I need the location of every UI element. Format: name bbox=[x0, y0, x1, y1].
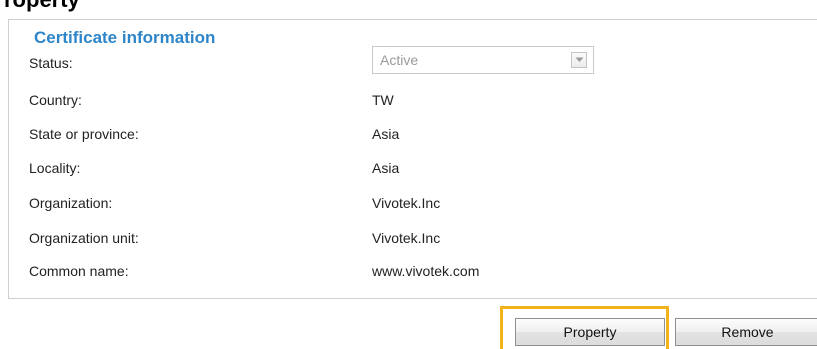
country-label: Country: bbox=[29, 92, 82, 108]
country-value: TW bbox=[372, 92, 394, 108]
locality-label: Locality: bbox=[29, 160, 81, 176]
state-value: Asia bbox=[372, 126, 400, 142]
page-title-cropped: roperty bbox=[4, 0, 80, 13]
section-legend: Certificate information bbox=[27, 27, 223, 49]
organization-label: Organization: bbox=[29, 195, 113, 211]
common-name-label: Common name: bbox=[29, 263, 129, 279]
locality-value: Asia bbox=[372, 160, 400, 176]
property-button[interactable]: Property bbox=[515, 318, 665, 346]
organization-unit-label: Organization unit: bbox=[29, 230, 139, 246]
certificate-page: roperty Certificate information Status: … bbox=[0, 0, 817, 349]
status-select-value: Active bbox=[380, 52, 419, 68]
state-label: State or province: bbox=[29, 126, 139, 142]
status-select[interactable]: Active bbox=[372, 46, 594, 74]
organization-unit-value: Vivotek.Inc bbox=[372, 230, 441, 246]
common-name-value: www.vivotek.com bbox=[372, 263, 480, 279]
organization-value: Vivotek.Inc bbox=[372, 195, 441, 211]
status-label: Status: bbox=[29, 55, 73, 71]
remove-button[interactable]: Remove bbox=[675, 318, 817, 346]
chevron-down-icon[interactable] bbox=[571, 52, 587, 68]
